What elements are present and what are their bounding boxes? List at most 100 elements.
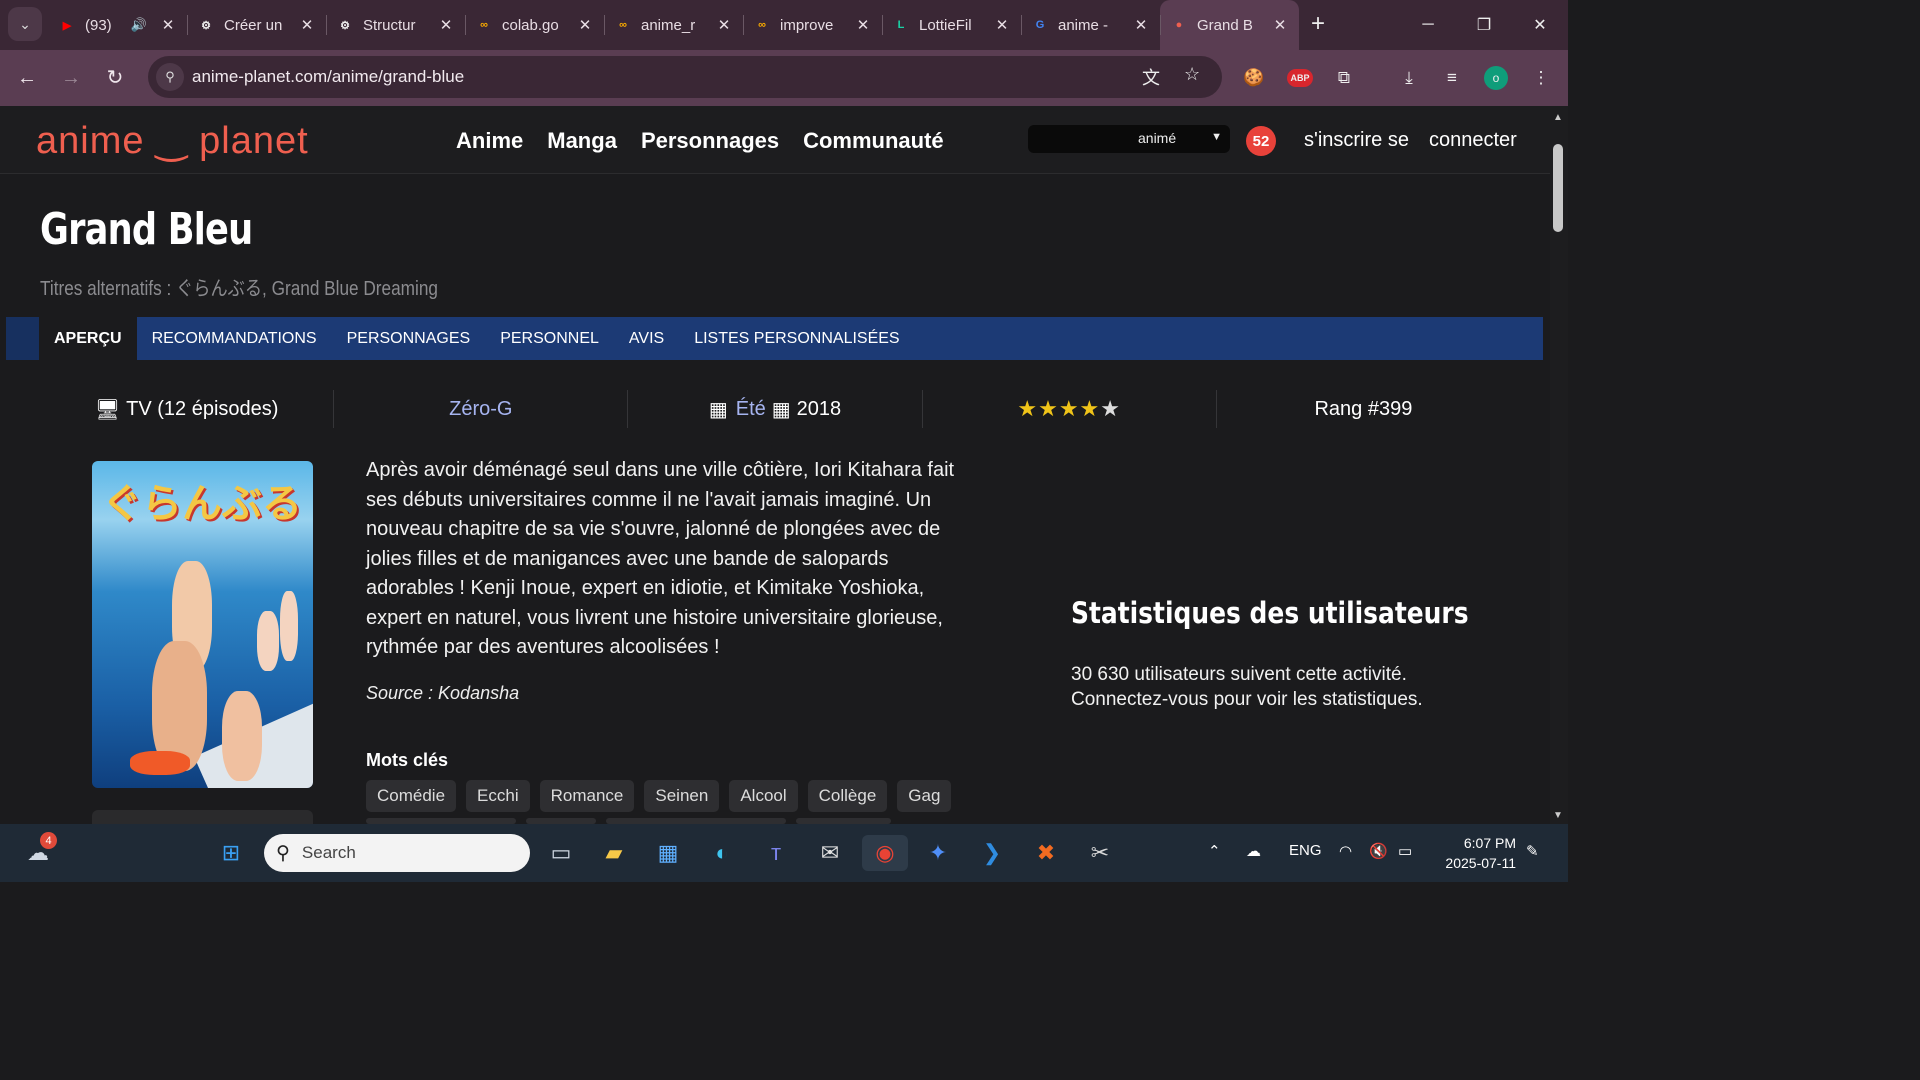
close-tab-icon[interactable]: ✕ xyxy=(437,16,455,34)
browser-tab[interactable]: ∞ improve ✕ xyxy=(743,0,882,50)
browser-tab[interactable]: ● Grand B ✕ xyxy=(1160,0,1299,50)
subnav-tab[interactable]: LISTES PERSONNALISÉES xyxy=(679,317,914,360)
scroll-up-arrow-icon[interactable]: ▲ xyxy=(1553,112,1563,123)
close-tab-icon[interactable]: ✕ xyxy=(715,16,733,34)
adblock-extension-icon[interactable]: ABP xyxy=(1286,64,1314,92)
browser-tab[interactable]: ▶ (93) 🔊 ✕ xyxy=(48,0,187,50)
calendar-icon: ▦ xyxy=(708,398,728,421)
notifications-icon[interactable]: ✎ xyxy=(1526,842,1539,860)
address-bar[interactable]: ⚲ anime-planet.com/anime/grand-blue 文 ☆ xyxy=(148,56,1222,98)
download-icon[interactable]: ⤓ xyxy=(1395,64,1423,92)
new-tab-button[interactable]: + xyxy=(1304,10,1332,38)
season-link[interactable]: Été xyxy=(736,398,766,421)
volume-muted-icon[interactable]: 🔇 xyxy=(1369,842,1388,860)
tab-title: Créer un xyxy=(224,16,283,34)
notification-badge[interactable]: 52 xyxy=(1246,126,1276,156)
nav-link[interactable]: Personnages xyxy=(641,128,779,154)
close-window-button[interactable]: ✕ xyxy=(1512,0,1568,50)
task-view-icon[interactable]: ▭ xyxy=(543,835,579,871)
subnav-tab[interactable]: RECOMMANDATIONS xyxy=(137,317,332,360)
subnav-tab[interactable]: AVIS xyxy=(614,317,679,360)
page-scrollbar[interactable]: ▲ ▼ xyxy=(1550,106,1568,824)
browser-tab-strip: ⌄ ▶ (93) 🔊 ✕ ⚙ Créer un ✕ ⚙ Structur ✕ ∞ colab.go ✕ ∞… xyxy=(0,0,1568,50)
speaker-icon[interactable]: 🔊 xyxy=(131,17,147,33)
signup-link[interactable]: s'inscrire se xyxy=(1304,129,1409,152)
translate-icon[interactable]: 文 xyxy=(1142,64,1160,90)
close-tab-icon[interactable]: ✕ xyxy=(1132,16,1150,34)
battery-icon[interactable]: ▭ xyxy=(1398,842,1412,860)
search-box[interactable]: animé ▼ xyxy=(1028,125,1230,153)
browser-tab[interactable]: ⚙ Structur ✕ xyxy=(326,0,465,50)
youtube-icon: ▶ xyxy=(62,19,72,32)
login-link[interactable]: connecter xyxy=(1429,129,1517,152)
close-tab-icon[interactable]: ✕ xyxy=(298,16,316,34)
subnav-spacer xyxy=(6,317,39,360)
clock[interactable]: 6:07 PM 2025-07-11 xyxy=(1438,833,1516,873)
forward-button[interactable]: → xyxy=(57,64,85,92)
browser-tab[interactable]: ∞ anime_r ✕ xyxy=(604,0,743,50)
back-button[interactable]: ← xyxy=(13,64,41,92)
app-icon[interactable]: ✦ xyxy=(920,835,956,871)
scroll-thumb[interactable] xyxy=(1553,144,1563,232)
snipping-tool-icon[interactable]: ✂ xyxy=(1082,835,1118,871)
media-control-icon[interactable]: ≡ xyxy=(1438,64,1466,92)
minimize-button[interactable]: ─ xyxy=(1400,0,1456,50)
caret-down-icon[interactable]: ▼ xyxy=(1211,131,1222,143)
wifi-icon[interactable]: ◠ xyxy=(1339,842,1352,860)
cookie-extension-icon[interactable]: 🍪 xyxy=(1240,64,1268,92)
search-type-select[interactable]: animé xyxy=(1138,130,1176,146)
tag-chip[interactable]: Alcool xyxy=(729,780,798,812)
restore-button[interactable]: ❐ xyxy=(1456,0,1512,50)
tag-chip[interactable]: Ecchi xyxy=(466,780,530,812)
tag-chip[interactable]: Seinen xyxy=(644,780,720,812)
subnav-tab[interactable]: PERSONNAGES xyxy=(332,317,486,360)
file-explorer-icon[interactable]: ▰ xyxy=(596,835,632,871)
close-tab-icon[interactable]: ✕ xyxy=(993,16,1011,34)
nav-link[interactable]: Manga xyxy=(547,128,617,154)
subnav-tab[interactable]: APERÇU xyxy=(39,317,137,360)
chrome-icon[interactable]: ◉ xyxy=(862,835,908,871)
taskbar-search[interactable]: ⚲ Search xyxy=(264,834,530,872)
close-tab-icon[interactable]: ✕ xyxy=(159,16,177,34)
clock-time: 6:07 PM xyxy=(1463,835,1516,851)
start-button-icon[interactable]: ⊞ xyxy=(213,835,249,871)
studio-link[interactable]: Zéro-G xyxy=(449,398,512,421)
tag-chip[interactable]: Romance xyxy=(539,780,635,812)
anime-planet-logo[interactable]: anime ‿ planet xyxy=(36,118,309,163)
profile-avatar[interactable]: o xyxy=(1482,64,1510,92)
openai-icon: ⚙ xyxy=(201,19,211,32)
close-tab-icon[interactable]: ✕ xyxy=(1271,16,1289,34)
browser-tab[interactable]: Ganime - ✕ xyxy=(1021,0,1160,50)
tag-chip[interactable]: Gag xyxy=(897,780,952,812)
reload-button[interactable]: ↻ xyxy=(101,64,129,92)
tag-chip[interactable]: Collège xyxy=(807,780,888,812)
tab-search-button[interactable]: ⌄ xyxy=(8,7,42,41)
mail-icon[interactable]: ✉ xyxy=(812,835,848,871)
subnav-tab[interactable]: PERSONNEL xyxy=(485,317,614,360)
edge-icon[interactable]: ◐ xyxy=(704,835,740,871)
browser-tab[interactable]: L LottieFil ✕ xyxy=(882,0,1021,50)
nav-link[interactable]: Communauté xyxy=(803,128,944,154)
close-tab-icon[interactable]: ✕ xyxy=(854,16,872,34)
bookmark-star-icon[interactable]: ☆ xyxy=(1184,64,1200,85)
browser-menu-icon[interactable]: ⋮ xyxy=(1527,64,1555,92)
language-indicator[interactable]: ENG xyxy=(1289,842,1322,859)
teams-icon[interactable]: ᴛ xyxy=(758,835,794,871)
browser-tab[interactable]: ∞ colab.go ✕ xyxy=(465,0,604,50)
microsoft-store-icon[interactable]: ▦ xyxy=(650,835,686,871)
scroll-down-arrow-icon[interactable]: ▼ xyxy=(1553,810,1563,821)
url-text[interactable]: anime-planet.com/anime/grand-blue xyxy=(192,67,464,87)
close-tab-icon[interactable]: ✕ xyxy=(576,16,594,34)
colab-icon: ∞ xyxy=(758,19,766,31)
xampp-icon[interactable]: ✖ xyxy=(1028,835,1064,871)
nav-link[interactable]: Anime xyxy=(456,128,523,154)
cover-title-logo: ぐらんぶる xyxy=(102,482,302,526)
extensions-puzzle-icon[interactable]: ⧉ xyxy=(1330,64,1358,92)
site-info-icon[interactable]: ⚲ xyxy=(156,63,184,91)
tab-title: (93) xyxy=(85,16,112,34)
browser-tab[interactable]: ⚙ Créer un ✕ xyxy=(187,0,326,50)
onedrive-icon[interactable]: ☁ xyxy=(1246,842,1261,860)
tag-chip[interactable]: Comédie xyxy=(366,780,457,812)
vscode-icon[interactable]: ❯ xyxy=(974,835,1010,871)
chevron-up-icon[interactable]: ⌃ xyxy=(1208,842,1221,860)
